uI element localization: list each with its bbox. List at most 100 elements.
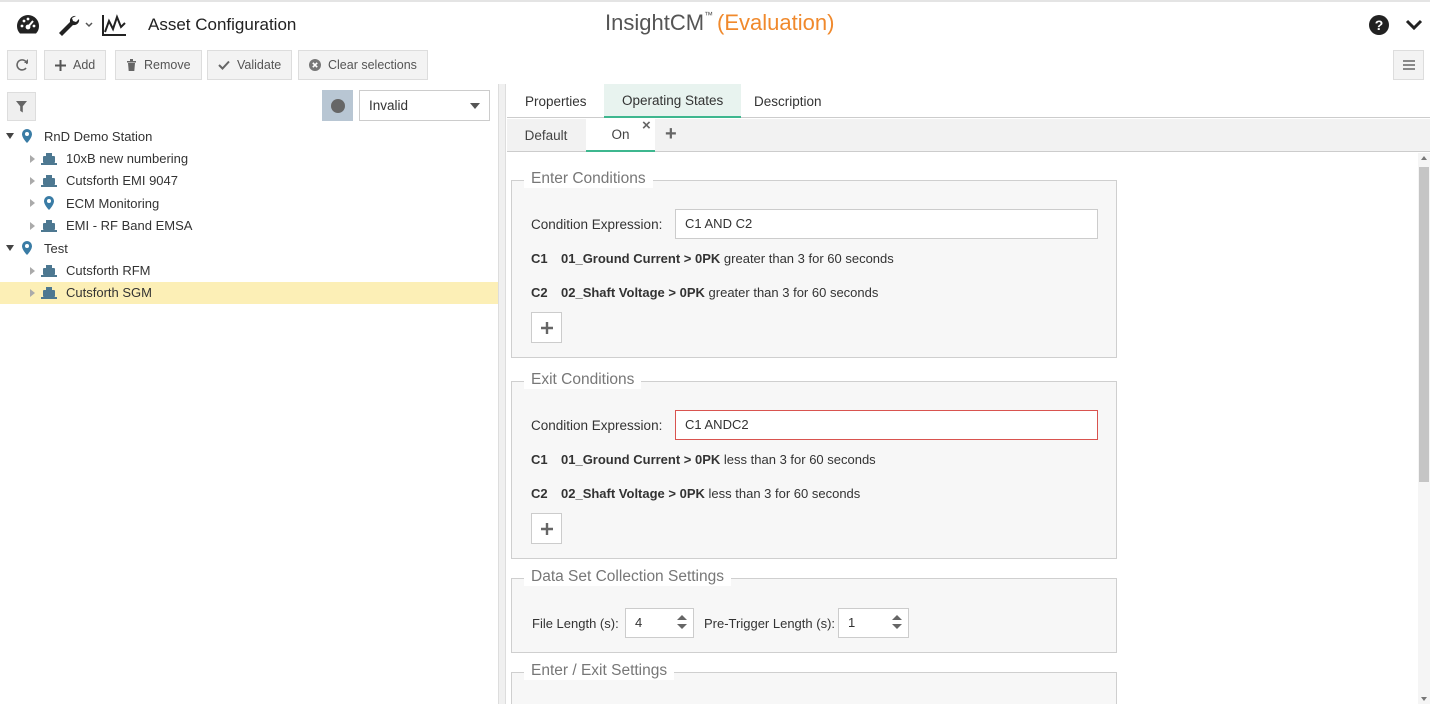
file-length-stepper[interactable]: 4 xyxy=(625,608,694,638)
state-tab-label: On xyxy=(611,127,630,142)
tab-label: Operating States xyxy=(622,92,724,108)
operating-state-content: Enter Conditions Condition Expression: C… xyxy=(507,153,1418,704)
tree-node-label: ECM Monitoring xyxy=(66,195,160,211)
enter-expression-label: Condition Expression: xyxy=(531,217,663,232)
enter-expression-input[interactable]: C1 AND C2 xyxy=(675,209,1098,239)
tree-filter-row: Invalid xyxy=(0,88,498,124)
enter-exit-settings-group: Enter / Exit Settings xyxy=(511,662,1117,704)
location-pin-icon xyxy=(16,129,38,144)
detail-tabs: Properties Operating States Description xyxy=(507,84,1430,118)
tree-node-test[interactable]: Test xyxy=(0,237,498,259)
condition-channel: 02_Shaft Voltage > 0PK xyxy=(561,285,705,300)
condition-channel: 01_Ground Current > 0PK xyxy=(561,251,721,266)
hamburger-icon xyxy=(1402,60,1415,70)
exit-expression-input[interactable]: C1 ANDC2 xyxy=(675,410,1098,440)
refresh-button[interactable] xyxy=(7,50,37,80)
dataset-settings-group: Data Set Collection Settings File Length… xyxy=(511,568,1117,653)
condition-id: C2 xyxy=(531,285,548,300)
state-tab-label: Default xyxy=(524,128,568,143)
add-button[interactable]: Add xyxy=(44,50,107,80)
remove-button[interactable]: Remove xyxy=(115,50,202,80)
stepper-arrows-icon[interactable] xyxy=(892,615,902,629)
state-tab-default[interactable]: Default xyxy=(507,119,585,152)
panel-splitter[interactable] xyxy=(498,84,506,704)
location-pin-icon xyxy=(16,241,38,256)
tree-node-10xb-new-numbering[interactable]: 10xB new numbering xyxy=(0,147,498,169)
expand-toggle-icon[interactable] xyxy=(4,245,16,252)
condition-id: C1 xyxy=(531,251,548,266)
exit-conditions-legend: Exit Conditions xyxy=(524,371,642,389)
collapse-toggle-icon[interactable] xyxy=(26,288,38,297)
condition-rule: greater than 3 for 60 seconds xyxy=(723,251,894,266)
trend-icon[interactable] xyxy=(101,12,127,38)
enter-condition-c1[interactable]: C1 01_Ground Current > 0PK greater than 3… xyxy=(531,251,894,266)
tree-node-cutsforth-rfm[interactable]: Cutsforth RFM xyxy=(0,259,498,281)
asset-machine-icon xyxy=(38,174,60,187)
tree-node-cutsforth-sgm[interactable]: Cutsforth SGM xyxy=(0,281,498,305)
tree-node-cutsforth-emi-9047[interactable]: Cutsforth EMI 9047 xyxy=(0,170,498,192)
tab-description[interactable]: Description xyxy=(736,84,840,118)
exit-condition-c2[interactable]: C2 02_Shaft Voltage > 0PK less than 3 for… xyxy=(531,486,860,501)
collapse-toggle-icon[interactable] xyxy=(26,221,38,230)
exit-condition-c1[interactable]: C1 01_Ground Current > 0PK less than 3 fo… xyxy=(531,452,876,467)
tree-node-rnd-demo-station[interactable]: RnD Demo Station xyxy=(0,125,498,147)
status-filter-select[interactable]: Invalid xyxy=(359,90,490,121)
add-enter-condition-button[interactable] xyxy=(531,312,562,343)
hamburger-menu-button[interactable] xyxy=(1393,50,1424,80)
state-tabs: Default On × + xyxy=(507,117,1430,152)
asset-machine-icon xyxy=(38,286,60,299)
pretrigger-length-value: 1 xyxy=(848,615,856,630)
stepper-arrows-icon[interactable] xyxy=(677,615,687,629)
status-dot xyxy=(330,98,345,113)
remove-button-label: Remove xyxy=(144,58,191,72)
tree-node-label: Cutsforth RFM xyxy=(66,263,151,279)
clear-icon xyxy=(309,59,321,71)
tab-operating-states[interactable]: Operating States xyxy=(604,84,742,118)
expand-toggle-icon[interactable] xyxy=(4,133,16,140)
collapse-toggle-icon[interactable] xyxy=(26,176,38,185)
condition-rule: less than 3 for 60 seconds xyxy=(723,452,876,467)
plus-icon xyxy=(55,59,66,71)
svg-text:?: ? xyxy=(1375,17,1384,33)
collapse-toggle-icon[interactable] xyxy=(26,154,38,163)
scrollbar-thumb[interactable] xyxy=(1419,167,1429,482)
scroll-up-icon[interactable] xyxy=(1421,156,1427,160)
content-scrollbar[interactable] xyxy=(1418,153,1430,704)
caret-down-icon xyxy=(470,103,480,109)
enter-condition-c2[interactable]: C2 02_Shaft Voltage > 0PK greater than 3 … xyxy=(531,285,878,300)
pretrigger-length-stepper[interactable]: 1 xyxy=(838,608,909,638)
details-panel: Properties Operating States Description … xyxy=(507,84,1430,704)
tab-properties[interactable]: Properties xyxy=(507,84,605,118)
close-state-tab-button[interactable]: × xyxy=(642,117,651,134)
validate-button[interactable]: Validate xyxy=(207,50,293,80)
enter-conditions-group: Enter Conditions Condition Expression: C… xyxy=(511,170,1117,358)
tree-node-label: 10xB new numbering xyxy=(66,151,189,167)
add-exit-condition-button[interactable] xyxy=(531,513,562,544)
tree-node-label: RnD Demo Station xyxy=(44,128,153,144)
asset-machine-icon xyxy=(38,152,60,165)
tree-node-emi-rf-band-emsa[interactable]: EMI - RF Band EMSA xyxy=(0,215,498,237)
collapse-toggle-icon[interactable] xyxy=(26,199,38,208)
enter-conditions-legend: Enter Conditions xyxy=(524,170,653,188)
collapse-toggle-icon[interactable] xyxy=(26,266,38,275)
page-title: Asset Configuration xyxy=(148,15,297,34)
condition-channel: 02_Shaft Voltage > 0PK xyxy=(561,486,705,501)
scroll-down-icon[interactable] xyxy=(1421,697,1427,701)
dashboard-icon[interactable] xyxy=(15,12,41,38)
asset-machine-icon xyxy=(38,219,60,232)
tree-node-ecm-monitoring[interactable]: ECM Monitoring xyxy=(0,192,498,214)
tab-label: Properties xyxy=(525,93,587,109)
wrench-icon[interactable] xyxy=(55,12,95,38)
clear-selections-label: Clear selections xyxy=(328,58,417,72)
help-icon[interactable]: ? xyxy=(1366,12,1392,38)
chevron-down-icon[interactable] xyxy=(1401,12,1427,38)
plus-icon xyxy=(540,321,553,334)
add-state-tab-button[interactable]: + xyxy=(665,123,677,146)
status-indicator-button[interactable] xyxy=(322,90,353,121)
condition-id: C1 xyxy=(531,452,548,467)
pretrigger-length-label: Pre-Trigger Length (s): xyxy=(704,616,836,631)
clear-selections-button[interactable]: Clear selections xyxy=(298,50,428,80)
filter-button[interactable] xyxy=(7,92,36,121)
dataset-settings-legend: Data Set Collection Settings xyxy=(524,568,731,586)
filter-icon xyxy=(16,100,27,112)
